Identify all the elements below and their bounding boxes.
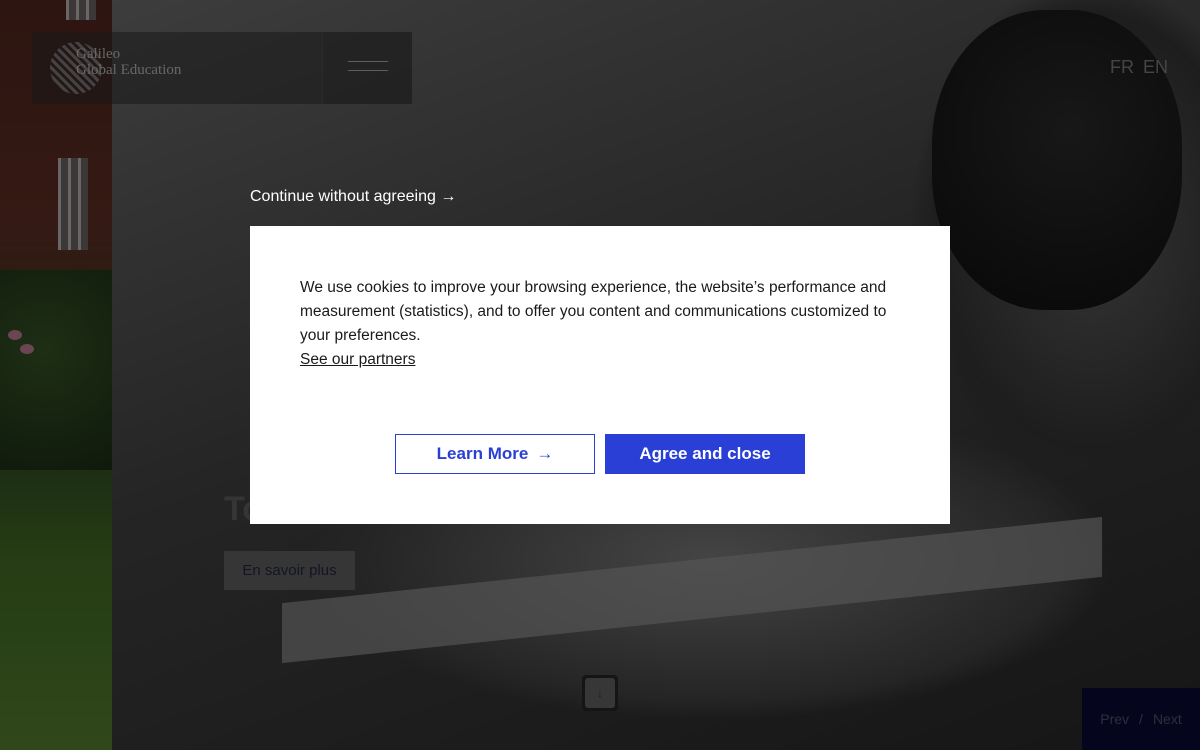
consent-body: We use cookies to improve your browsing … xyxy=(300,279,887,344)
consent-text: We use cookies to improve your browsing … xyxy=(300,276,906,372)
see-partners-link[interactable]: See our partners xyxy=(300,351,415,368)
agree-and-close-button[interactable]: Agree and close xyxy=(605,434,805,474)
learn-more-label: Learn More xyxy=(436,444,529,463)
learn-more-button[interactable]: Learn More → xyxy=(395,434,595,474)
arrow-right-icon: → xyxy=(536,444,554,463)
cookie-consent-dialog: We use cookies to improve your browsing … xyxy=(250,226,950,524)
arrow-right-icon: → xyxy=(440,188,457,205)
continue-label: Continue without agreeing xyxy=(250,188,436,205)
continue-without-agreeing-button[interactable]: Continue without agreeing → xyxy=(250,188,456,206)
